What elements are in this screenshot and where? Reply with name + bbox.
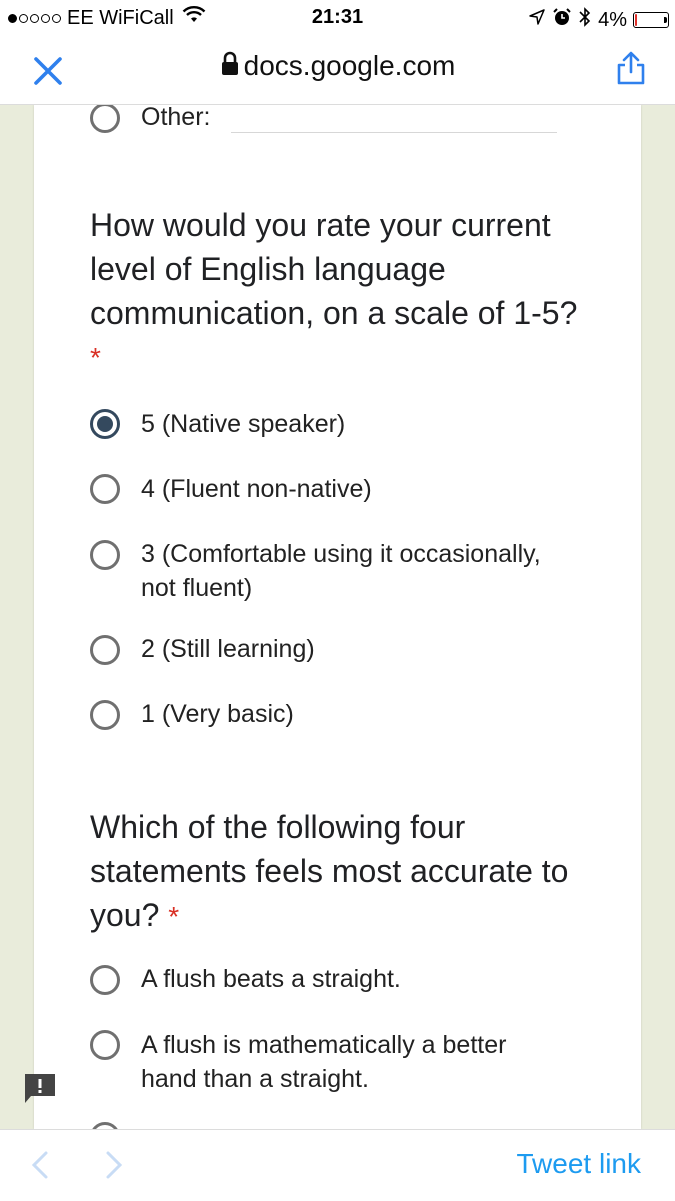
option-label: 4 (Fluent non-native) <box>141 475 372 503</box>
forward-button[interactable] <box>100 1150 128 1180</box>
radio-option-5-native[interactable] <box>90 409 120 439</box>
report-problem-button[interactable] <box>22 1072 58 1106</box>
radio-option-1-basic[interactable] <box>90 700 120 730</box>
chevron-left-icon <box>31 1151 48 1179</box>
browser-toolbar: Tweet link <box>0 1129 675 1201</box>
alarm-icon <box>552 7 572 33</box>
share-button[interactable] <box>613 50 649 86</box>
tweet-link-button[interactable]: Tweet link <box>517 1148 642 1180</box>
question-1-title: How would you rate your current level of… <box>90 207 578 331</box>
option-label-other: Other: <box>141 105 211 131</box>
web-page: Other: How would you rate your current l… <box>0 105 675 1129</box>
option-label: 5 (Native speaker) <box>141 410 346 438</box>
url-text: docs.google.com <box>243 50 456 81</box>
other-text-input[interactable] <box>231 132 557 133</box>
option-label: A flush beats a straight. <box>141 965 401 993</box>
share-icon <box>617 51 645 85</box>
radio-option-4-fluent[interactable] <box>90 474 120 504</box>
battery-icon <box>633 12 669 28</box>
option-label: A flush is mathematically a better hand … <box>141 1031 507 1093</box>
carrier-name: EE WiFiCall <box>67 6 174 29</box>
location-arrow-icon <box>528 8 546 32</box>
status-bar: EE WiFiCall 21:31 4% <box>0 0 675 36</box>
option-label: 3 (Comfortable using it occasionally, no… <box>141 540 541 602</box>
battery-percent: 4% <box>598 8 627 31</box>
radio-flush-beats-straight[interactable] <box>90 965 120 995</box>
chevron-right-icon <box>106 1151 123 1179</box>
radio-option-2-learning[interactable] <box>90 635 120 665</box>
form-card: Other: How would you rate your current l… <box>34 105 641 1129</box>
required-asterisk: * <box>90 342 101 373</box>
back-button[interactable] <box>26 1150 54 1180</box>
option-label: 2 (Still learning) <box>141 635 315 663</box>
radio-option-3-comfortable[interactable] <box>90 540 120 570</box>
wifi-icon <box>182 6 206 30</box>
url-display[interactable]: docs.google.com <box>0 50 675 84</box>
bluetooth-icon <box>578 6 592 34</box>
browser-address-bar: docs.google.com <box>0 36 675 105</box>
radio-next-option[interactable] <box>90 1122 120 1129</box>
option-label: 1 (Very basic) <box>141 700 294 728</box>
radio-flush-mathematically-better[interactable] <box>90 1030 120 1060</box>
required-asterisk: * <box>168 901 180 932</box>
feedback-icon <box>25 1074 55 1103</box>
lock-icon <box>220 51 240 84</box>
question-2-title: Which of the following four statements f… <box>90 809 569 933</box>
radio-other[interactable] <box>90 105 120 133</box>
signal-strength-indicator <box>8 13 61 23</box>
